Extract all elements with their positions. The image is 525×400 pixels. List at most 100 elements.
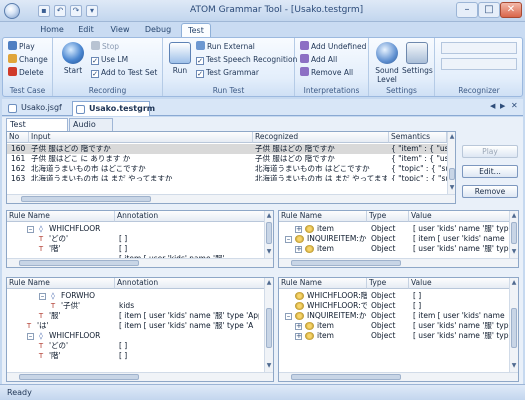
close-doc-icon[interactable]: ✕: [511, 101, 518, 110]
customize-icon[interactable]: ▾: [86, 5, 98, 17]
add-to-test-set-checkbox[interactable]: ✓ Add to Test Set: [91, 67, 157, 78]
recognizer-dropdown-1[interactable]: [441, 42, 517, 54]
sound-level-button[interactable]: Sound Level: [372, 42, 402, 84]
vscroll[interactable]: ▲ ▼: [509, 278, 518, 372]
col-header-no[interactable]: No: [7, 132, 29, 143]
col-header-semantics[interactable]: Semantics: [389, 132, 447, 143]
tree-node-name[interactable]: 'は': [37, 321, 115, 331]
use-lm-checkbox[interactable]: ✓ Use LM: [91, 54, 128, 65]
scroll-thumb[interactable]: [291, 374, 401, 380]
row-input[interactable]: 子供 服はどこ に あります か: [31, 154, 251, 164]
change-button[interactable]: Change: [8, 54, 48, 65]
tree-node-name[interactable]: '服': [49, 311, 115, 321]
stop-button[interactable]: Stop: [91, 41, 119, 52]
vscroll[interactable]: ▲ ▼: [509, 211, 518, 258]
semantic-node-name[interactable]: WHICHFLOOR:階: [307, 291, 367, 301]
hscroll[interactable]: [7, 372, 273, 381]
col-header-rule-name[interactable]: Rule Name: [7, 278, 115, 289]
row-no[interactable]: 160: [11, 144, 29, 154]
col-header-recognized[interactable]: Recognized: [253, 132, 389, 143]
row-input[interactable]: 子供 服はどの 階ですか: [31, 144, 251, 154]
row-recognized[interactable]: 子供 服はどの 階ですか: [255, 154, 387, 164]
row-semantics[interactable]: { "item" : { "user": [391, 154, 447, 164]
semantic-node-name[interactable]: INQUIREITEM:か: [307, 311, 367, 321]
expand-toggle-icon[interactable]: +: [295, 333, 302, 340]
scroll-down-icon[interactable]: ▼: [448, 184, 455, 192]
row-no[interactable]: 162: [11, 164, 29, 174]
delete-button[interactable]: Delete: [8, 67, 44, 78]
tab-audio-input[interactable]: Audio Input: [69, 118, 113, 141]
col-header-rule-name[interactable]: Rule Name: [7, 211, 115, 222]
hscroll[interactable]: [279, 372, 518, 381]
scroll-thumb[interactable]: [449, 168, 455, 180]
collapse-toggle-icon[interactable]: –: [27, 333, 34, 340]
edit-button[interactable]: Edit...: [462, 165, 518, 178]
remove-button[interactable]: Remove: [462, 185, 518, 198]
row-no[interactable]: 163: [11, 174, 29, 181]
recognizer-dropdown-2[interactable]: [441, 58, 517, 70]
col-header-annotation[interactable]: Annotation: [115, 211, 265, 222]
scroll-up-icon[interactable]: ▲: [510, 212, 518, 220]
tree-node-name[interactable]: FORWHO: [61, 291, 115, 301]
save-icon[interactable]: ▪: [38, 5, 50, 17]
scroll-thumb[interactable]: [511, 308, 517, 348]
tab-edit[interactable]: Edit: [72, 23, 100, 38]
expand-toggle-icon[interactable]: +: [295, 323, 302, 330]
scroll-down-icon[interactable]: ▼: [510, 248, 518, 256]
settings-button[interactable]: Settings: [402, 42, 433, 75]
col-header-value[interactable]: Value: [409, 278, 510, 289]
close-button[interactable]: ✕: [500, 2, 522, 18]
scroll-thumb[interactable]: [266, 222, 272, 244]
expand-toggle-icon[interactable]: +: [295, 246, 302, 253]
semantic-node-name[interactable]: WHICHFLOOR:で: [307, 301, 367, 311]
row-semantics[interactable]: { "item" : { "user: [391, 144, 447, 154]
collapse-toggle-icon[interactable]: –: [285, 236, 292, 243]
start-button[interactable]: Start: [59, 42, 87, 75]
row-input[interactable]: 北海道うまいもの市 は まだ やってますか: [31, 174, 251, 181]
scroll-down-icon[interactable]: ▼: [265, 248, 273, 256]
row-recognized[interactable]: 子供 服はどの 階ですか: [255, 144, 387, 154]
tree-node-name[interactable]: WHICHFLOOR: [49, 224, 115, 234]
semantic-node-name[interactable]: INQUIREITEM:か: [307, 234, 367, 244]
scroll-down-icon[interactable]: ▼: [265, 362, 273, 370]
tab-home[interactable]: Home: [36, 23, 68, 38]
tree-node-name[interactable]: WHICHFLOOR: [49, 331, 115, 341]
row-no[interactable]: 161: [11, 154, 29, 164]
col-header-rule-name[interactable]: Rule Name: [279, 278, 367, 289]
col-header-rule-name[interactable]: Rule Name: [279, 211, 367, 222]
col-header-input[interactable]: Input: [29, 132, 253, 143]
collapse-toggle-icon[interactable]: –: [27, 226, 34, 233]
redo-icon[interactable]: ↷: [70, 5, 82, 17]
app-logo-icon[interactable]: [4, 3, 20, 19]
scroll-thumb[interactable]: [291, 260, 401, 266]
col-header-type[interactable]: Type: [367, 211, 409, 222]
scroll-tabs-right-icon[interactable]: ▶: [500, 102, 505, 110]
scroll-up-icon[interactable]: ▲: [265, 212, 273, 220]
maximize-button[interactable]: □: [478, 2, 500, 18]
scroll-thumb[interactable]: [19, 260, 139, 266]
col-header-value[interactable]: Value: [409, 211, 510, 222]
tree-node-name[interactable]: '階': [49, 351, 115, 361]
hscroll[interactable]: [279, 258, 518, 267]
scroll-up-icon[interactable]: ▲: [448, 133, 455, 141]
semantic-node-name[interactable]: item: [317, 331, 367, 341]
doc-tab-jsgf[interactable]: Usako.jsgf: [5, 101, 69, 116]
minimize-button[interactable]: –: [456, 2, 478, 18]
tree-node-name[interactable]: '階': [49, 244, 115, 254]
play-button[interactable]: Play: [8, 41, 35, 52]
tab-test[interactable]: Test: [181, 23, 211, 38]
expand-toggle-icon[interactable]: +: [295, 226, 302, 233]
add-all-button[interactable]: Add All: [300, 54, 337, 65]
scroll-tabs-left-icon[interactable]: ◀: [490, 102, 495, 110]
vscroll[interactable]: ▲ ▼: [264, 278, 273, 372]
test-speech-recognition-checkbox[interactable]: ✓ Test Speech Recognition: [196, 54, 297, 65]
play-test-button[interactable]: Play: [462, 145, 518, 158]
run-external-button[interactable]: Run External: [196, 41, 255, 52]
scroll-thumb[interactable]: [19, 374, 139, 380]
scroll-thumb[interactable]: [21, 196, 151, 202]
scroll-thumb[interactable]: [266, 308, 272, 348]
scroll-thumb[interactable]: [511, 222, 517, 244]
tab-view[interactable]: View: [104, 23, 136, 38]
semantic-node-name[interactable]: ...: [317, 341, 367, 347]
run-button[interactable]: Run: [167, 42, 193, 75]
